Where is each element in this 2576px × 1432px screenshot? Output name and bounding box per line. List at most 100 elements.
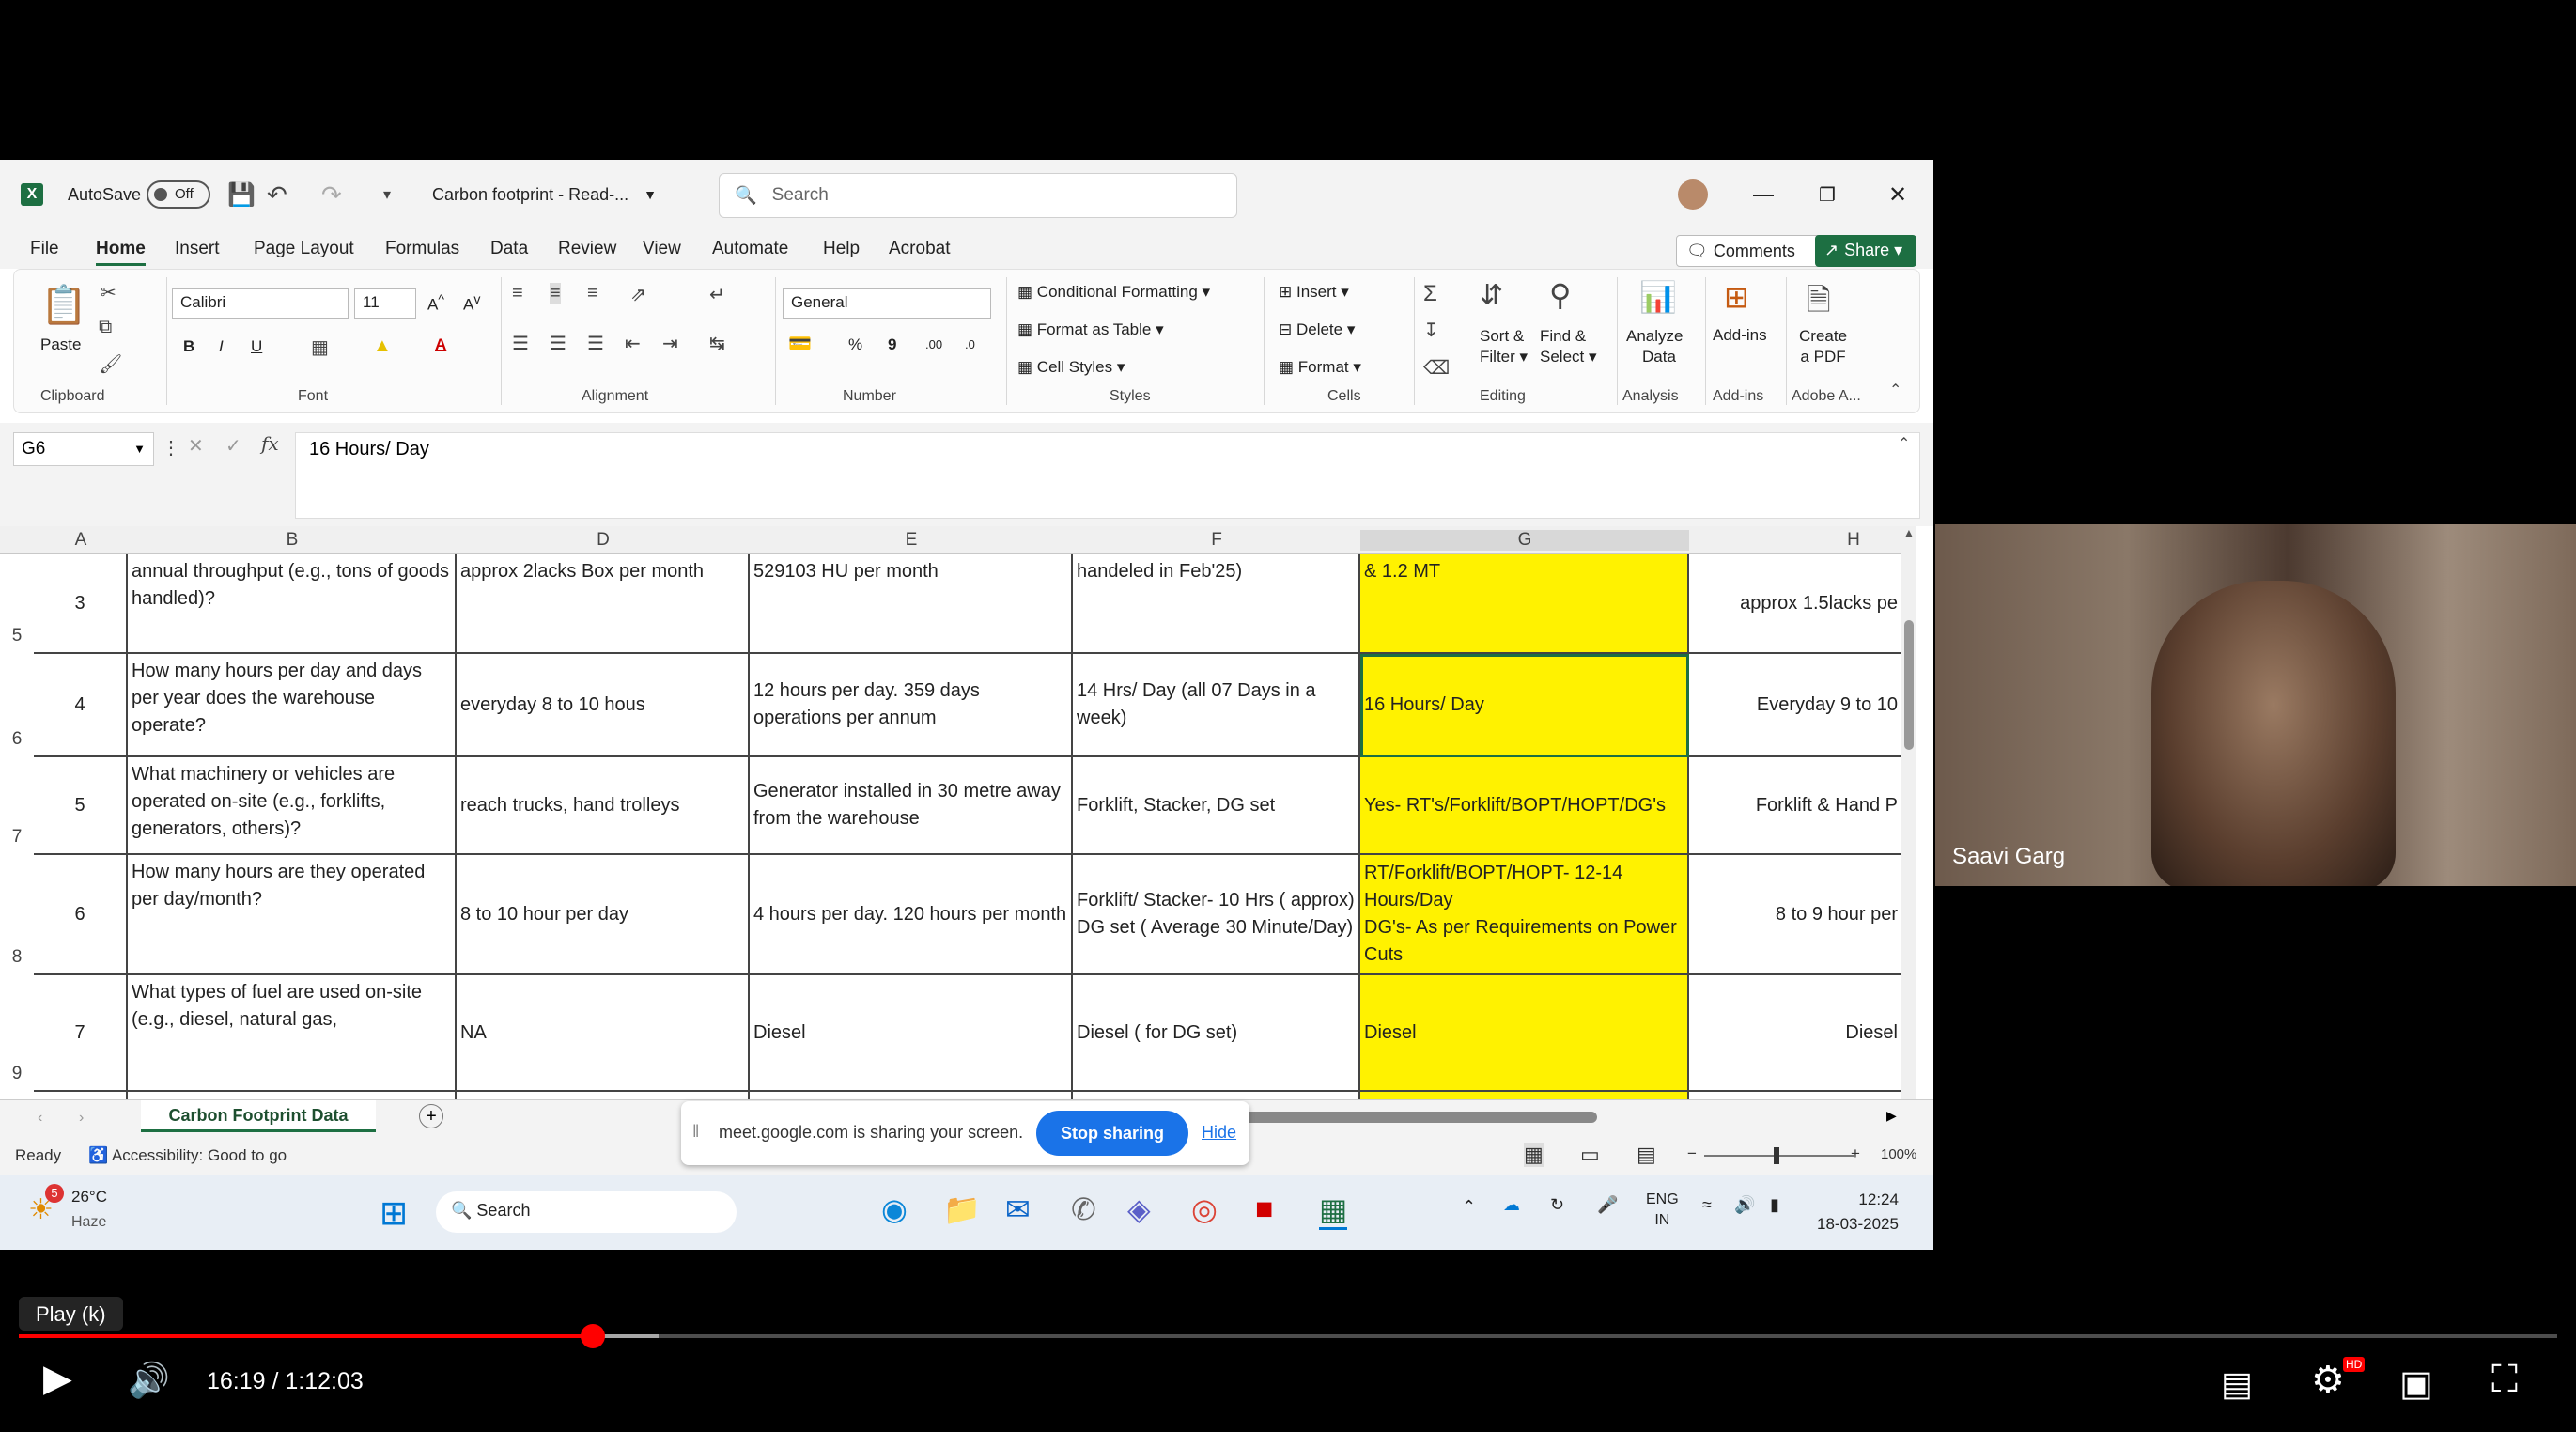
drag-handle-icon[interactable]: ‖	[692, 1122, 699, 1142]
find-select-icon[interactable]: ⚲	[1549, 277, 1571, 313]
find-select-button[interactable]: Find & Select ▾	[1540, 326, 1597, 367]
tab-home[interactable]: Home	[96, 239, 146, 266]
volume-icon[interactable]: 🔊	[128, 1361, 170, 1400]
row-header[interactable]: 5	[0, 626, 34, 646]
cell-h[interactable]: Everyday 9 to 10	[1689, 654, 1901, 757]
page-break-view-icon[interactable]: ▤	[1637, 1143, 1656, 1167]
format-cells-button[interactable]: ▦ Format ▾	[1279, 358, 1361, 377]
font-color-icon[interactable]: A	[435, 335, 446, 354]
more-icon[interactable]: ⋮	[162, 436, 180, 459]
chrome-icon[interactable]: ◎	[1191, 1191, 1218, 1227]
fill-icon[interactable]: ↧	[1423, 319, 1439, 342]
cell-d[interactable]: 8 to 10 hour per day	[457, 855, 750, 975]
cell-h[interactable]: 8 to 9 hour per	[1689, 855, 1901, 975]
tab-page-layout[interactable]: Page Layout	[254, 239, 354, 259]
document-title[interactable]: Carbon footprint - Read-...	[432, 185, 628, 205]
cell-styles-button[interactable]: ▦ Cell Styles ▾	[1017, 358, 1125, 377]
copy-icon[interactable]: ⧉	[99, 317, 112, 338]
cell-b[interactable]: How many hours per day and days per year…	[128, 654, 457, 757]
cell-f[interactable]: Forklift/ Stacker- 10 Hrs ( approx) DG s…	[1073, 855, 1360, 975]
taskbar-search[interactable]: 🔍 Search	[436, 1191, 737, 1233]
cell-e[interactable]: 12 hours per day. 359 days operations pe…	[750, 654, 1073, 757]
cell-a[interactable]: 6	[34, 855, 128, 975]
volume-icon[interactable]: 🔊	[1734, 1195, 1755, 1215]
add-ins-icon[interactable]: ⊞	[1724, 279, 1749, 315]
tray-overflow-icon[interactable]: ⌃	[1462, 1197, 1476, 1217]
cell-f[interactable]: 14 Hrs/ Day (all 07 Days in a week)	[1073, 654, 1360, 757]
cut-icon[interactable]: ✂	[101, 281, 116, 304]
edge-icon[interactable]: ◉	[881, 1191, 908, 1227]
cell-h[interactable]: Forklift & Hand P	[1689, 757, 1901, 855]
function-icon[interactable]: fx	[261, 432, 279, 455]
currency-icon[interactable]: 💳	[788, 332, 812, 355]
cell-e[interactable]: 529103 HU per month	[750, 554, 1073, 654]
cell-e[interactable]: Diesel	[750, 975, 1073, 1092]
cell-h[interactable]: approx 1.5lacks pe	[1689, 554, 1901, 654]
borders-icon[interactable]: ▦	[311, 335, 329, 359]
number-format-select[interactable]: General	[783, 288, 991, 319]
align-middle-icon[interactable]: ≡	[550, 283, 561, 304]
outlook-icon[interactable]: ✉	[1005, 1191, 1031, 1227]
sheet-tab-carbon-footprint[interactable]: Carbon Footprint Data	[141, 1100, 376, 1132]
formula-input[interactable]: 16 Hours/ Day	[295, 432, 1920, 519]
onedrive-icon[interactable]: ☁	[1503, 1195, 1520, 1215]
language-indicator[interactable]: ENG IN	[1646, 1190, 1679, 1231]
fill-color-icon[interactable]: ▲	[373, 335, 392, 357]
redo-icon[interactable]: ↷	[321, 180, 342, 210]
sort-filter-icon[interactable]: ⇵	[1480, 279, 1503, 312]
column-header-a[interactable]: A	[34, 530, 128, 551]
scroll-right-icon[interactable]: ▶	[1886, 1108, 1897, 1124]
acrobat-icon[interactable]: ■	[1255, 1191, 1273, 1226]
format-as-table-button[interactable]: ▦ Format as Table ▾	[1017, 320, 1164, 339]
analyze-data-button[interactable]: Analyze Data	[1626, 326, 1683, 367]
cell-g[interactable]: Yes- RT's/Forklift/BOPT/HOPT/DG's	[1360, 757, 1689, 855]
windows-start-icon[interactable]: ⊞	[380, 1193, 408, 1233]
video-frame[interactable]: X AutoSave Off 💾 ↶ ↷ ▾ Carbon footprint …	[0, 0, 2576, 1432]
conditional-formatting-button[interactable]: ▦ Conditional Formatting ▾	[1017, 283, 1210, 302]
align-right-icon[interactable]: ☰	[587, 332, 604, 355]
cell-b[interactable]: annual throughput (e.g., tons of goods h…	[128, 554, 457, 654]
cell-d[interactable]: approx 2lacks Box per month	[457, 554, 750, 654]
cell-e[interactable]: Generator installed in 30 metre away fro…	[750, 757, 1073, 855]
scrubber-handle[interactable]	[580, 1324, 605, 1348]
tab-automate[interactable]: Automate	[712, 239, 788, 259]
hide-link[interactable]: Hide	[1202, 1123, 1236, 1143]
battery-icon[interactable]: ▮	[1770, 1195, 1779, 1215]
cell-g[interactable]: RT/Forklift/BOPT/HOPT- 12-14 Hours/Day D…	[1360, 855, 1689, 975]
format-painter-icon[interactable]: 🖌	[99, 352, 122, 376]
normal-view-icon[interactable]: ▦	[1524, 1143, 1544, 1167]
tab-insert[interactable]: Insert	[175, 239, 220, 259]
scroll-up-icon[interactable]: ▲	[1901, 526, 1916, 539]
align-top-icon[interactable]: ≡	[512, 283, 523, 304]
clear-icon[interactable]: ⌫	[1423, 356, 1450, 380]
align-center-icon[interactable]: ☰	[550, 332, 566, 355]
name-box[interactable]: G6 ▼	[13, 432, 154, 466]
tab-view[interactable]: View	[643, 239, 681, 259]
delete-cells-button[interactable]: ⊟ Delete ▾	[1279, 320, 1355, 339]
insert-cells-button[interactable]: ⊞ Insert ▾	[1279, 283, 1349, 302]
accessibility-status[interactable]: ♿ Accessibility: Good to go	[88, 1146, 287, 1165]
tab-help[interactable]: Help	[823, 239, 860, 259]
column-header-b[interactable]: B	[128, 530, 457, 551]
teams-icon[interactable]: ◈	[1127, 1191, 1151, 1227]
cell-g[interactable]: 16 Hours/ Day	[1360, 654, 1689, 757]
cell-a[interactable]: 5	[34, 757, 128, 855]
wifi-icon[interactable]: ≈	[1702, 1195, 1712, 1215]
column-header-e[interactable]: E	[750, 530, 1073, 551]
wrap-text-icon[interactable]: ↵	[709, 283, 725, 306]
decrease-indent-icon[interactable]: ⇤	[625, 332, 641, 355]
cell-a[interactable]: 3	[34, 554, 128, 654]
tab-file[interactable]: File	[30, 239, 59, 259]
tab-data[interactable]: Data	[490, 239, 528, 259]
add-ins-button[interactable]: Add-ins	[1713, 326, 1767, 345]
row-header[interactable]: 7	[0, 827, 34, 848]
create-pdf-icon[interactable]: 🗎	[1807, 279, 1831, 330]
page-layout-view-icon[interactable]: ▭	[1580, 1143, 1600, 1167]
whatsapp-icon[interactable]: ✆	[1071, 1191, 1096, 1227]
cell-a[interactable]: 7	[34, 975, 128, 1092]
column-header-h[interactable]: H	[1689, 530, 1916, 551]
create-pdf-button[interactable]: Create a PDF	[1799, 326, 1847, 367]
bold-icon[interactable]: B	[183, 337, 194, 356]
tab-acrobat[interactable]: Acrobat	[889, 239, 950, 259]
increase-decimal-icon[interactable]: .00	[925, 337, 942, 351]
